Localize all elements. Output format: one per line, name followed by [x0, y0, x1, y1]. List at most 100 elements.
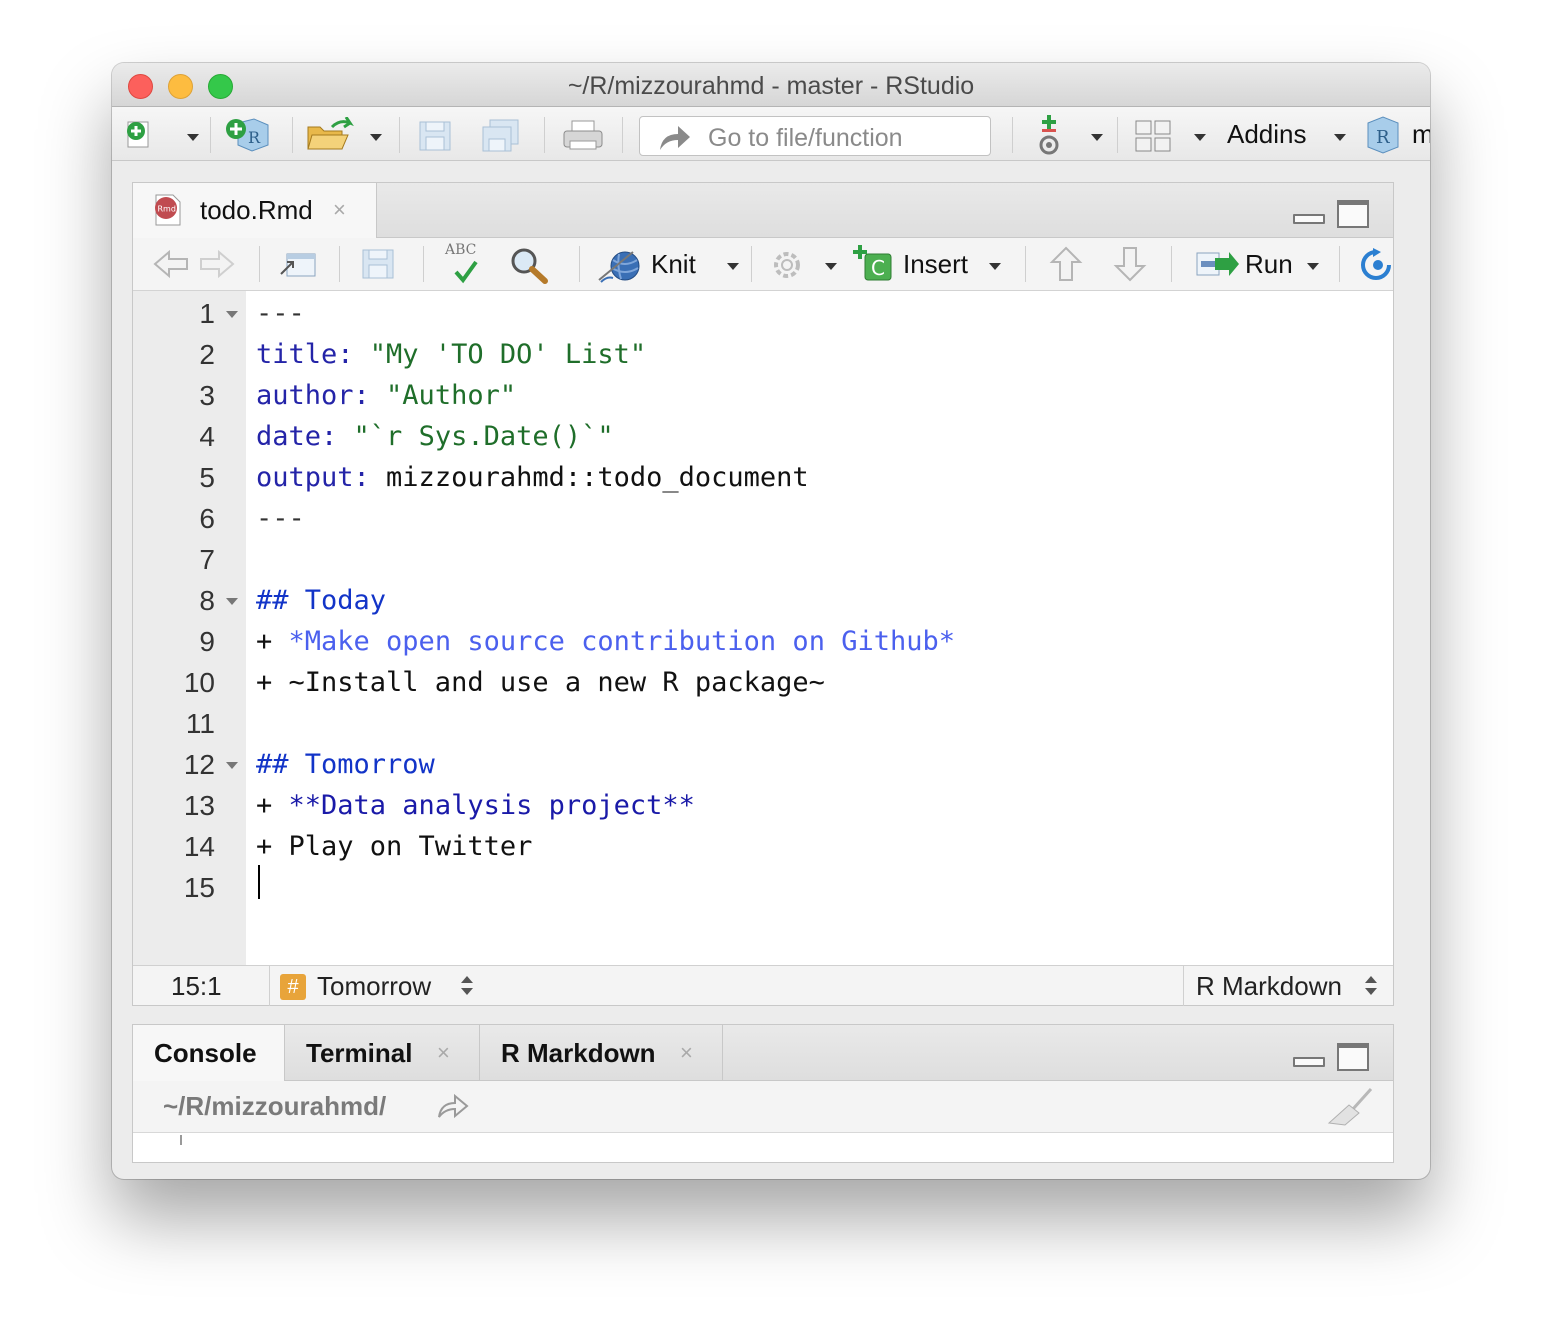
forward-button[interactable]	[199, 248, 235, 280]
open-file-button[interactable]	[306, 117, 354, 153]
line-number: 10	[183, 667, 215, 698]
next-chunk-button[interactable]	[1113, 246, 1147, 282]
fold-toggle-icon[interactable]	[226, 762, 238, 769]
code-line: ## Tomorrow	[256, 744, 435, 785]
save-all-button[interactable]	[480, 119, 522, 153]
line-number: 14	[183, 831, 215, 862]
line-number: 5	[199, 462, 215, 493]
editor-tab-bar: Rmd todo.Rmd ×	[133, 183, 1393, 239]
spellcheck-check-icon	[454, 260, 478, 284]
close-tab-icon[interactable]: ×	[333, 197, 346, 223]
close-r-markdown-icon[interactable]: ×	[680, 1040, 693, 1066]
save-button[interactable]	[417, 119, 453, 153]
show-in-new-window-button[interactable]	[279, 248, 319, 280]
console-tab-bar: Console Terminal × R Markdown ×	[133, 1025, 1393, 1082]
text-cursor	[258, 865, 260, 899]
save-icon	[419, 121, 451, 151]
code-line: title: "My 'TO DO' List"	[256, 334, 646, 375]
gear-icon	[774, 252, 800, 278]
knit-icon-button[interactable]	[597, 246, 645, 284]
section-updown-icon[interactable]	[461, 976, 473, 998]
arrow-down-icon	[1113, 247, 1147, 282]
section-hash-icon: #	[280, 974, 306, 1000]
title-bar: ~/R/mizzourahmd - master - RStudio	[112, 63, 1430, 107]
rerun-button[interactable]	[1359, 248, 1393, 282]
code-line: + *Make open source contribution on Gith…	[256, 621, 955, 662]
insert-dropdown-icon[interactable]	[989, 263, 1001, 270]
new-file-dropdown-icon[interactable]	[187, 134, 199, 141]
close-terminal-icon[interactable]: ×	[437, 1040, 450, 1066]
code-token: "Author"	[386, 380, 517, 411]
clear-console-broom-icon[interactable]	[1327, 1087, 1377, 1127]
document-mode[interactable]: R Markdown	[1196, 971, 1342, 1002]
find-replace-button[interactable]	[509, 246, 549, 284]
code-line: ---	[256, 498, 305, 539]
tab-terminal[interactable]: Terminal ×	[285, 1025, 480, 1081]
new-project-button[interactable]: R	[224, 117, 272, 153]
spellcheck-button[interactable]: ABC	[443, 242, 489, 284]
new-file-icon	[127, 121, 149, 148]
go-to-file-function-input[interactable]: Go to file/function	[639, 116, 991, 156]
new-file-button[interactable]	[124, 120, 154, 150]
insert-button[interactable]: Insert	[903, 249, 968, 280]
rerun-icon	[1361, 248, 1391, 280]
back-button[interactable]	[153, 248, 189, 280]
line-number: 8	[199, 585, 215, 616]
tab-console-label: Console	[154, 1038, 257, 1068]
workspace-panes-button[interactable]	[1134, 119, 1172, 153]
line-number: 6	[199, 503, 215, 534]
maximize-console-icon[interactable]	[1337, 1043, 1369, 1071]
save-all-icon	[482, 119, 519, 152]
knit-button[interactable]: Knit	[651, 249, 696, 280]
save-document-button[interactable]	[361, 248, 395, 280]
fold-toggle-icon[interactable]	[226, 598, 238, 605]
document-settings-button[interactable]	[769, 248, 805, 282]
project-name-truncated[interactable]: m	[1412, 119, 1430, 150]
maximize-pane-icon[interactable]	[1337, 200, 1369, 228]
workspace-panes-dropdown-icon[interactable]	[1194, 134, 1206, 141]
code-line: + ~Install and use a new R package~	[256, 662, 825, 703]
r-project-icon: R	[1367, 116, 1399, 154]
printer-icon	[563, 120, 603, 150]
code-line: author: "Author"	[256, 375, 516, 416]
version-control-button[interactable]	[1034, 115, 1066, 155]
console-cursor	[180, 1135, 182, 1145]
rstudio-window: ~/R/mizzourahmd - master - RStudio R Go …	[112, 63, 1430, 1179]
code-token: **Data analysis project**	[288, 790, 695, 821]
line-number: 7	[199, 544, 215, 575]
code-token: ---	[256, 298, 305, 329]
project-button[interactable]: R	[1364, 115, 1402, 155]
minimize-pane-icon[interactable]	[1293, 214, 1325, 224]
current-section[interactable]: Tomorrow	[317, 971, 431, 1002]
code-token: ## Tomorrow	[256, 749, 435, 780]
addins-dropdown-icon[interactable]	[1334, 134, 1346, 141]
run-dropdown-icon[interactable]	[1307, 263, 1319, 270]
print-button[interactable]	[562, 119, 604, 153]
settings-dropdown-icon[interactable]	[825, 263, 837, 270]
code-editor[interactable]: --- title: "My 'TO DO' List" author: "Auth…	[246, 291, 1393, 967]
run-icon-button[interactable]	[1195, 250, 1241, 278]
go-to-directory-icon[interactable]	[437, 1093, 469, 1119]
version-control-dropdown-icon[interactable]	[1091, 134, 1103, 141]
tab-todo-rmd[interactable]: Rmd todo.Rmd ×	[133, 183, 377, 239]
tab-console[interactable]: Console	[133, 1025, 285, 1082]
code-token: title:	[256, 339, 370, 370]
code-line: ---	[256, 293, 305, 334]
tab-r-markdown-label: R Markdown	[501, 1038, 656, 1068]
mode-updown-icon[interactable]	[1365, 976, 1377, 998]
run-button[interactable]: Run	[1245, 249, 1293, 280]
working-directory: ~/R/mizzourahmd/	[163, 1091, 387, 1121]
code-token: *Make open source contribution on Github…	[288, 626, 955, 657]
fold-toggle-icon[interactable]	[226, 311, 238, 318]
open-file-dropdown-icon[interactable]	[370, 134, 382, 141]
insert-chunk-icon-button[interactable]: C	[851, 244, 895, 282]
addins-menu[interactable]: Addins	[1227, 119, 1307, 150]
previous-chunk-button[interactable]	[1049, 246, 1083, 282]
code-token: date:	[256, 421, 354, 452]
tab-r-markdown[interactable]: R Markdown ×	[480, 1025, 723, 1081]
yarn-ball-icon	[598, 251, 640, 283]
line-number: 1	[199, 298, 215, 329]
knit-dropdown-icon[interactable]	[727, 263, 739, 270]
editor-status-bar: 15:1 # Tomorrow R Markdown	[133, 965, 1393, 1006]
minimize-console-icon[interactable]	[1293, 1057, 1325, 1067]
